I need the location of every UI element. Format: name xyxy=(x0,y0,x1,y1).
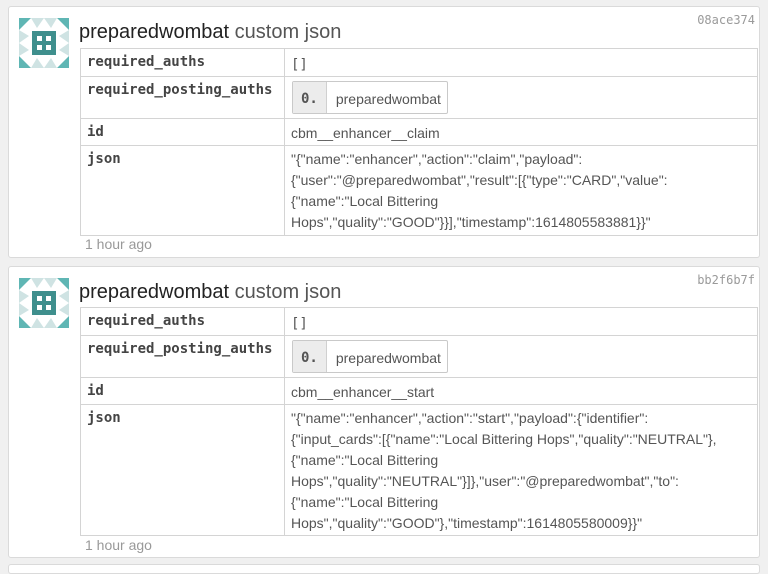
operation-details-table: required_auths [] required_posting_auths… xyxy=(80,307,758,536)
operation-card: preparedwombat custom json bb2f6b7f requ… xyxy=(8,266,760,558)
transaction-id-link[interactable]: bb2f6b7f xyxy=(697,273,755,287)
table-row: id cbm__enhancer__claim xyxy=(80,118,758,146)
field-value: [] xyxy=(284,307,758,336)
table-row: required_auths [] xyxy=(80,307,758,336)
operation-card xyxy=(8,564,760,574)
field-value: cbm__enhancer__claim xyxy=(284,118,758,146)
author-link[interactable]: preparedwombat xyxy=(79,21,229,43)
operation-type: custom json xyxy=(234,281,342,303)
table-row: required_posting_auths 0. preparedwombat xyxy=(80,76,758,119)
posting-auth-user-link[interactable]: preparedwombat xyxy=(327,82,447,113)
json-payload: "{"name":"enhancer","action":"claim","pa… xyxy=(284,145,758,236)
avatar-identicon-icon[interactable] xyxy=(19,278,69,328)
operation-details-table: required_auths [] required_posting_auths… xyxy=(80,48,758,236)
field-key: required_posting_auths xyxy=(80,335,285,378)
posting-auth-badge: 0. preparedwombat xyxy=(292,81,448,114)
field-key: id xyxy=(80,118,285,146)
posting-auth-badge: 0. preparedwombat xyxy=(292,340,448,373)
operation-title: preparedwombat custom json xyxy=(79,281,341,304)
table-row: json "{"name":"enhancer","action":"claim… xyxy=(80,145,758,236)
field-value: 0. preparedwombat xyxy=(284,76,758,119)
list-index: 0. xyxy=(293,82,327,113)
table-row: required_posting_auths 0. preparedwombat xyxy=(80,335,758,378)
author-link[interactable]: preparedwombat xyxy=(79,281,229,303)
avatar-identicon-icon[interactable] xyxy=(19,18,69,68)
field-key: required_auths xyxy=(80,307,285,336)
field-key: json xyxy=(80,404,285,536)
table-row: required_auths [] xyxy=(80,48,758,77)
operation-type: custom json xyxy=(234,21,342,43)
field-value: [] xyxy=(284,48,758,77)
field-key: id xyxy=(80,377,285,405)
timestamp-link[interactable]: 1 hour ago xyxy=(85,537,152,553)
field-value: cbm__enhancer__start xyxy=(284,377,758,405)
list-index: 0. xyxy=(293,341,327,372)
table-row: json "{"name":"enhancer","action":"start… xyxy=(80,404,758,536)
operation-title: preparedwombat custom json xyxy=(79,21,341,44)
field-key: required_auths xyxy=(80,48,285,77)
timestamp-link[interactable]: 1 hour ago xyxy=(85,236,152,252)
posting-auth-user-link[interactable]: preparedwombat xyxy=(327,341,447,372)
field-key: json xyxy=(80,145,285,236)
transaction-id-link[interactable]: 08ace374 xyxy=(697,13,755,27)
json-payload: "{"name":"enhancer","action":"start","pa… xyxy=(284,404,758,536)
operation-card: preparedwombat custom json 08ace374 requ… xyxy=(8,6,760,258)
field-key: required_posting_auths xyxy=(80,76,285,119)
field-value: 0. preparedwombat xyxy=(284,335,758,378)
table-row: id cbm__enhancer__start xyxy=(80,377,758,405)
